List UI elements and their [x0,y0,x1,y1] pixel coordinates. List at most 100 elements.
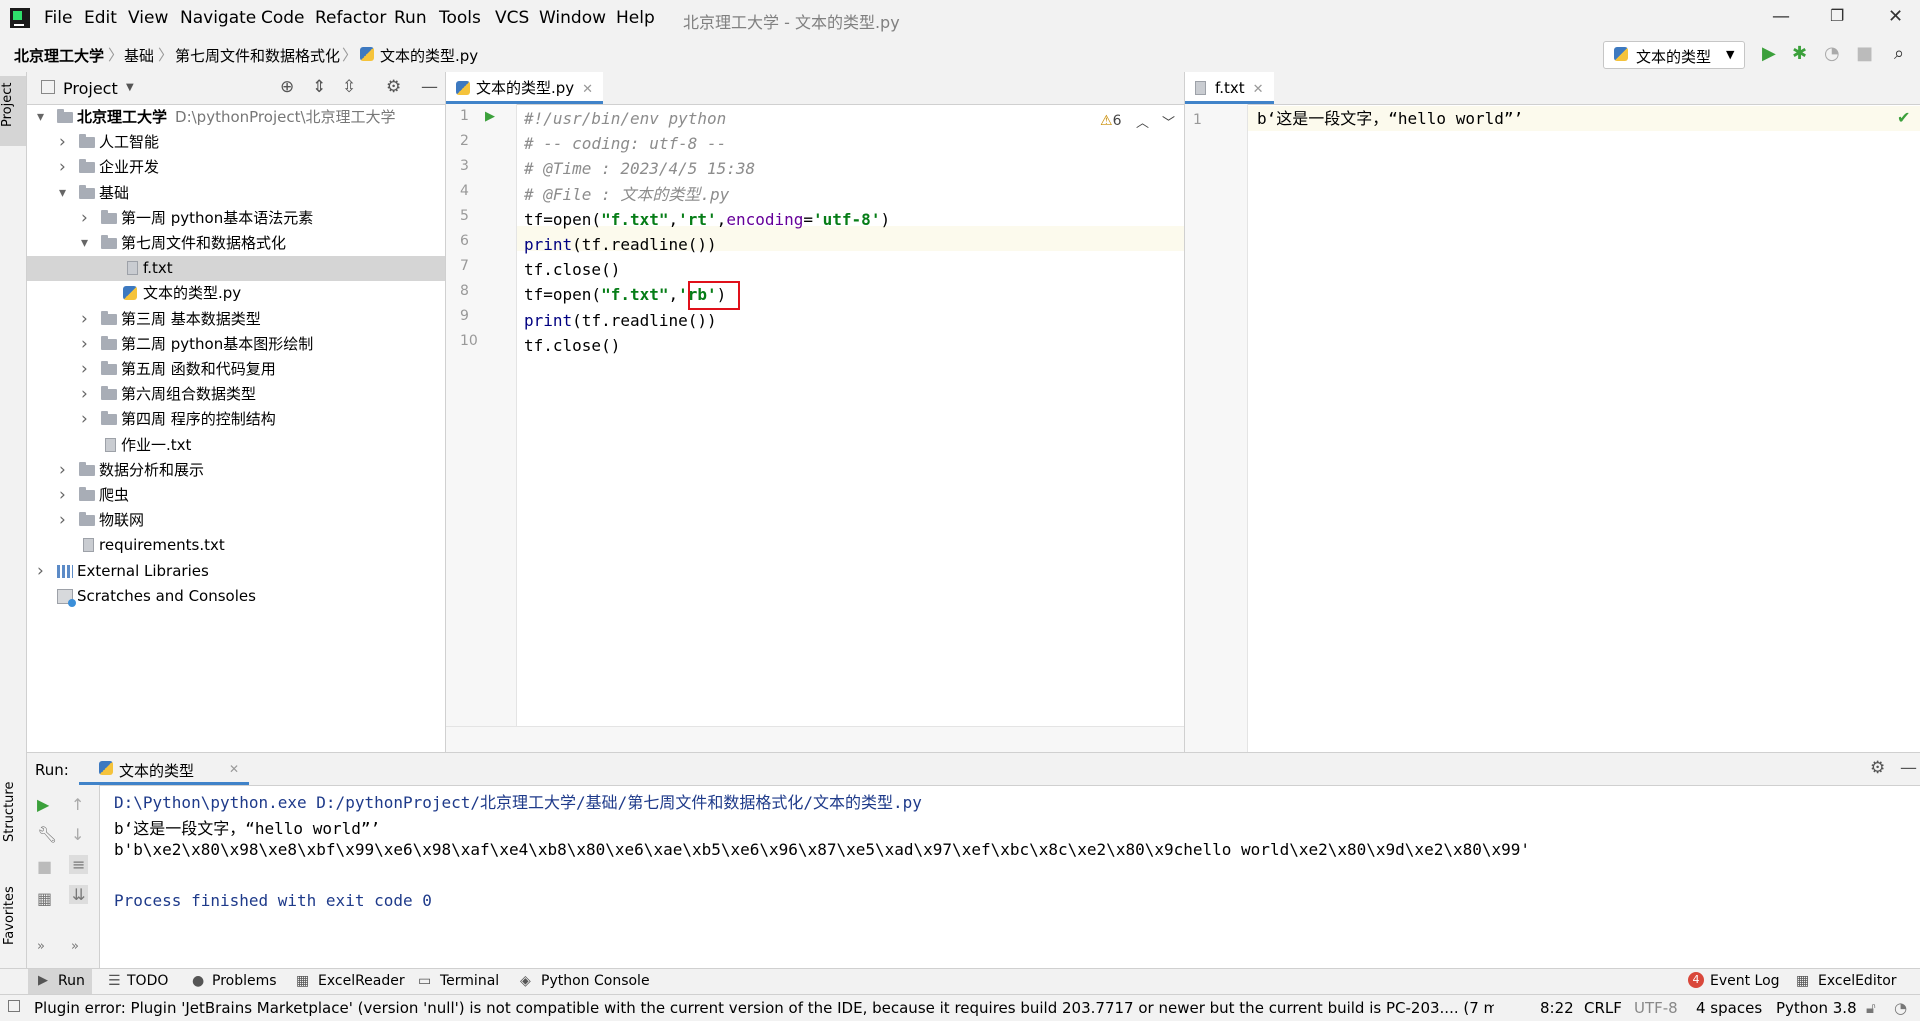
code-line[interactable]: print(tf.readline()) [524,308,717,333]
code-line[interactable]: # @File : 文本的类型.py [524,182,729,207]
menu-refactor[interactable]: Refactor [315,8,386,28]
code-area[interactable]: #!/usr/bin/env python # -- coding: utf-8 … [446,106,1184,706]
todo-tool-button[interactable]: TODO [127,973,168,989]
chevron-right-icon[interactable]: › [81,206,88,231]
favorites-tool-tab[interactable]: Favorites [2,876,24,956]
tree-item[interactable]: › 第六周组合数据类型 [27,382,445,407]
tree-item[interactable]: › 第二周 python基本图形绘制 [27,332,445,357]
tree-item[interactable]: › 第一周 python基本语法元素 [27,206,445,231]
chevron-right-icon[interactable]: › [81,307,88,332]
locate-icon[interactable]: ⊕ [280,77,294,97]
menu-run[interactable]: Run [394,8,427,28]
lock-icon[interactable]: 🔓︎ [1866,999,1876,1017]
notifications-icon[interactable]: ◔ [1894,999,1907,1017]
breadcrumb-subfolder[interactable]: 第七周文件和数据格式化 [175,45,340,66]
hide-panel-icon[interactable]: — [421,77,438,97]
coverage-icon[interactable]: ◔ [1824,43,1840,64]
tree-item[interactable]: › 第五周 函数和代码复用 [27,357,445,382]
chevron-right-icon[interactable]: › [81,357,88,382]
status-message[interactable]: Plugin error: Plugin 'JetBrains Marketpl… [34,999,1494,1017]
code-line[interactable]: tf.close() [524,333,620,358]
stop-icon[interactable]: ■ [1856,43,1873,64]
tree-item[interactable]: › 第四周 程序的控制结构 [27,407,445,432]
chevron-down-icon[interactable]: ▼ [126,82,134,93]
indent-setting[interactable]: 4 spaces [1696,999,1762,1017]
chevron-right-icon[interactable]: › [81,332,88,357]
tree-item[interactable]: › 企业开发 [27,155,445,180]
chevron-right-icon[interactable]: › [59,458,66,483]
excelreader-tool-button[interactable]: ExcelReader [318,973,405,989]
line-separator[interactable]: CRLF [1584,999,1622,1017]
search-icon[interactable]: ⌕ [1894,43,1904,64]
debug-icon[interactable]: ✱ [1792,43,1807,64]
project-tool-tab[interactable]: Project [0,76,26,146]
menu-window[interactable]: Window [539,8,606,28]
project-title[interactable]: Project [63,79,118,98]
tab-f-txt[interactable]: f.txt ✕ [1185,72,1274,104]
close-icon[interactable]: ✕ [1888,6,1903,27]
run-icon[interactable]: ▶ [1762,43,1776,64]
chevron-down-icon[interactable]: ▾ [37,105,44,130]
event-log-button[interactable]: Event Log [1710,973,1780,989]
exceleditor-button[interactable]: ExcelEditor [1818,973,1897,989]
terminal-tool-button[interactable]: Terminal [440,973,499,989]
python-console-tool-button[interactable]: Python Console [541,973,650,989]
close-tab-icon[interactable]: ✕ [1253,82,1264,97]
tree-item[interactable]: ▾ 北京理工大学 D:\pythonProject\北京理工大学 [27,105,445,130]
code-line[interactable]: #!/usr/bin/env python [524,106,726,131]
tree-item[interactable]: f.txt [27,256,445,282]
menu-tools[interactable]: Tools [439,8,481,28]
menu-help[interactable]: Help [616,8,655,28]
panel-toggle-icon[interactable] [8,1000,20,1012]
tree-item[interactable]: ▾ 基础 [27,181,445,206]
menu-view[interactable]: View [128,8,168,28]
tree-item[interactable]: 作业一.txt [27,433,445,458]
chevron-right-icon[interactable]: › [81,382,88,407]
tree-item[interactable]: requirements.txt [27,533,445,558]
menu-code[interactable]: Code [261,8,305,28]
run-tab[interactable]: 文本的类型 ✕ [79,753,249,785]
code-line[interactable]: tf.close() [524,257,620,282]
breadcrumb-folder[interactable]: 基础 [124,45,154,66]
python-interpreter[interactable]: Python 3.8 [1776,999,1857,1017]
caret-position[interactable]: 8:22 [1540,999,1574,1017]
restore-icon[interactable]: ❐ [1830,6,1844,25]
tree-item[interactable]: 文本的类型.py [27,281,445,306]
close-tab-icon[interactable]: ✕ [582,82,593,97]
code-line[interactable]: # @Time : 2023/4/5 15:38 [524,156,755,181]
code-line[interactable]: # -- coding: utf-8 -- [524,131,726,156]
tree-item[interactable]: › 人工智能 [27,130,445,155]
chevron-right-icon[interactable]: › [81,407,88,432]
run-configuration-select[interactable]: 文本的类型 ▼ [1603,41,1745,69]
menu-navigate[interactable]: Navigate [180,8,256,28]
chevron-right-icon[interactable]: › [59,130,66,155]
collapse-all-icon[interactable]: ⇳ [342,77,356,97]
expand-all-icon[interactable]: ⇕ [312,77,326,97]
menu-file[interactable]: File [44,8,72,28]
code-line[interactable]: print(tf.readline()) [524,232,717,257]
problems-tool-button[interactable]: Problems [212,973,277,989]
tree-item[interactable]: › 爬虫 [27,483,445,508]
tree-item[interactable]: Scratches and Consoles [27,584,445,609]
menu-vcs[interactable]: VCS [495,8,529,28]
code-line[interactable]: tf=open("f.txt",'rt',encoding='utf-8') [524,207,890,232]
tree-item[interactable]: › 第三周 基本数据类型 [27,307,445,332]
tree-item[interactable]: ▾ 第七周文件和数据格式化 [27,231,445,256]
chevron-right-icon[interactable]: › [37,559,44,584]
run-tool-button[interactable]: ▶ Run [28,969,92,995]
chevron-down-icon[interactable]: ▾ [59,181,66,206]
chevron-right-icon[interactable]: › [59,155,66,180]
close-tab-icon[interactable]: ✕ [229,762,239,776]
breadcrumb-project[interactable]: 北京理工大学 [14,45,104,66]
file-encoding[interactable]: UTF-8 [1634,999,1678,1017]
minimize-icon[interactable]: — [1772,6,1790,27]
tree-item[interactable]: › 物联网 [27,508,445,533]
breadcrumb-file[interactable]: 文本的类型.py [380,45,478,66]
text-line[interactable]: b‘这是一段文字，“hello world”’ [1257,106,1523,131]
gear-icon[interactable]: ⚙ [1870,758,1885,778]
chevron-right-icon[interactable]: › [59,483,66,508]
menu-edit[interactable]: Edit [84,8,117,28]
chevron-down-icon[interactable]: ▾ [81,231,88,256]
editor-scrollbar[interactable] [446,726,1184,753]
structure-tool-tab[interactable]: Structure [2,772,24,852]
